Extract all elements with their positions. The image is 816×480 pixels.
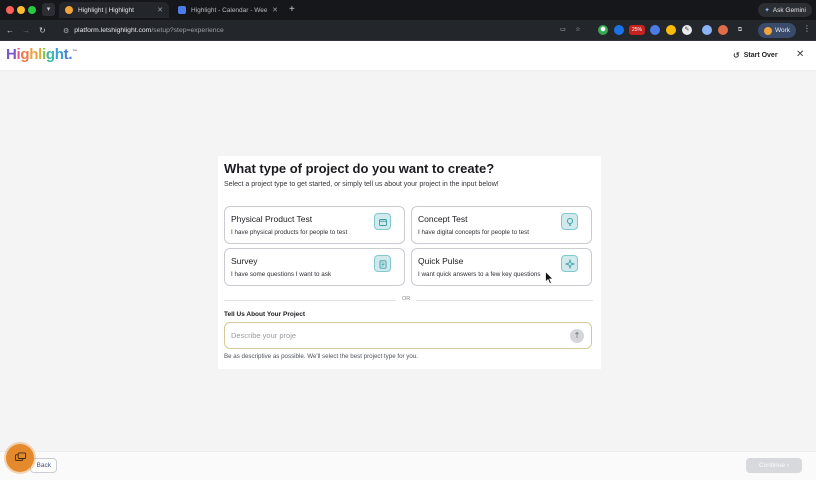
ask-gemini-button[interactable]: ✦ Ask Gemini xyxy=(758,3,812,17)
window-minimize-dot[interactable] xyxy=(17,6,25,14)
or-text: OR xyxy=(402,296,411,302)
option-title: Physical Product Test xyxy=(231,214,313,224)
or-divider: OR xyxy=(224,296,593,304)
cast-icon[interactable]: ▭ xyxy=(558,25,568,35)
tab-close-icon[interactable]: ✕ xyxy=(157,6,163,14)
describe-project-label: Tell Us About Your Project xyxy=(224,311,306,318)
extension-green-icon[interactable]: ⬢ xyxy=(598,25,608,35)
footer-bar: Back Continue › xyxy=(0,444,816,480)
highlight-favicon-icon xyxy=(65,6,73,14)
page: Highlight.™ ↺ Start Over ✕ What type of … xyxy=(0,41,816,480)
option-quick-pulse[interactable]: Quick Pulse I want quick answers to a fe… xyxy=(411,248,592,286)
extension-red-icon[interactable] xyxy=(718,25,728,35)
extension-globe-icon[interactable] xyxy=(702,25,712,35)
extension-blue-icon[interactable] xyxy=(614,25,624,35)
extension-shield-icon[interactable] xyxy=(650,25,660,35)
extensions-puzzle-icon[interactable]: ⧉ xyxy=(735,25,745,35)
page-subtitle: Select a project type to get started, or… xyxy=(224,181,499,188)
start-over-button[interactable]: ↺ Start Over xyxy=(733,51,778,60)
tab-title: Highlight | Highlight xyxy=(78,6,134,14)
forward-arrow-icon[interactable]: → xyxy=(22,25,30,36)
continue-button[interactable]: Continue › xyxy=(746,458,802,473)
option-title: Survey xyxy=(231,256,258,266)
divider-line xyxy=(416,300,593,301)
browser-toolbar: ← → ↻ ⚙ platform.letshighlight.com/setup… xyxy=(0,20,816,41)
restart-icon: ↺ xyxy=(733,51,740,60)
site-info-icon[interactable]: ⚙ xyxy=(63,27,69,35)
profile-work-button[interactable]: Work xyxy=(758,23,796,38)
browser-tab-bar: ▾ Highlight | Highlight ✕ Highlight - Ca… xyxy=(0,0,816,20)
option-description: I want quick answers to a few key questi… xyxy=(418,271,541,278)
url-text: platform.letshighlight.com/setup?step=ex… xyxy=(74,27,224,34)
extension-pen-icon[interactable]: ✎ xyxy=(682,25,692,35)
highlight-logo[interactable]: Highlight.™ xyxy=(6,46,77,63)
project-type-card: What type of project do you want to crea… xyxy=(218,156,601,369)
option-survey[interactable]: Survey I have some questions I want to a… xyxy=(224,248,405,286)
option-description: I have digital concepts for people to te… xyxy=(418,229,529,236)
option-concept-test[interactable]: Concept Test I have digital concepts for… xyxy=(411,206,592,244)
back-button[interactable]: Back xyxy=(30,458,57,473)
new-tab-button[interactable]: + xyxy=(289,3,295,16)
tab-highlight[interactable]: Highlight | Highlight ✕ xyxy=(59,2,169,18)
describe-project-input[interactable] xyxy=(224,322,592,349)
calendar-favicon-icon xyxy=(178,6,186,14)
window-zoom-dot[interactable] xyxy=(28,6,36,14)
app-header: Highlight.™ ↺ Start Over ✕ xyxy=(0,41,816,71)
reload-icon[interactable]: ↻ xyxy=(39,25,46,36)
box-icon xyxy=(374,213,391,230)
bookmark-star-icon[interactable]: ☆ xyxy=(573,25,583,35)
tab-calendar[interactable]: Highlight - Calendar - Wee ✕ xyxy=(172,2,284,18)
close-button[interactable]: ✕ xyxy=(796,49,804,60)
chat-widget-button[interactable] xyxy=(6,444,34,472)
chat-bubble-icon xyxy=(14,451,26,461)
tab-close-icon[interactable]: ✕ xyxy=(272,6,278,14)
option-description: I have physical products for people to t… xyxy=(231,229,348,236)
mouse-cursor-icon xyxy=(545,271,554,285)
window-close-dot[interactable] xyxy=(6,6,14,14)
divider-line xyxy=(224,300,396,301)
browser-menu-icon[interactable]: ⋮ xyxy=(803,24,811,33)
sparkle-icon xyxy=(561,255,578,272)
option-title: Concept Test xyxy=(418,214,468,224)
tab-title: Highlight - Calendar - Wee xyxy=(191,6,268,14)
close-icon: ✕ xyxy=(796,49,805,60)
submit-description-button[interactable]: ↑ xyxy=(570,329,584,343)
arrow-up-icon: ↑ xyxy=(573,331,581,340)
gemini-sparkle-icon: ✦ xyxy=(764,7,770,14)
ask-gemini-label: Ask Gemini xyxy=(772,6,806,14)
clipboard-icon xyxy=(374,255,391,272)
option-description: I have some questions I want to ask xyxy=(231,271,332,278)
extension-yellow-icon[interactable] xyxy=(666,25,676,35)
profile-label: Work xyxy=(774,27,791,34)
back-arrow-icon[interactable]: ← xyxy=(6,25,14,36)
page-title: What type of project do you want to crea… xyxy=(224,161,495,176)
profile-avatar-icon xyxy=(763,26,772,35)
start-over-label: Start Over xyxy=(743,52,778,59)
input-hint: Be as descriptive as possible. We'll sel… xyxy=(224,353,419,360)
option-physical-product-test[interactable]: Physical Product Test I have physical pr… xyxy=(224,206,405,244)
address-bar[interactable]: ⚙ platform.letshighlight.com/setup?step=… xyxy=(57,23,577,38)
lightbulb-icon xyxy=(561,213,578,230)
tab-search-chevron-icon[interactable]: ▾ xyxy=(42,3,55,16)
option-title: Quick Pulse xyxy=(418,256,464,266)
extension-badge-icon[interactable]: 25% xyxy=(629,25,645,35)
